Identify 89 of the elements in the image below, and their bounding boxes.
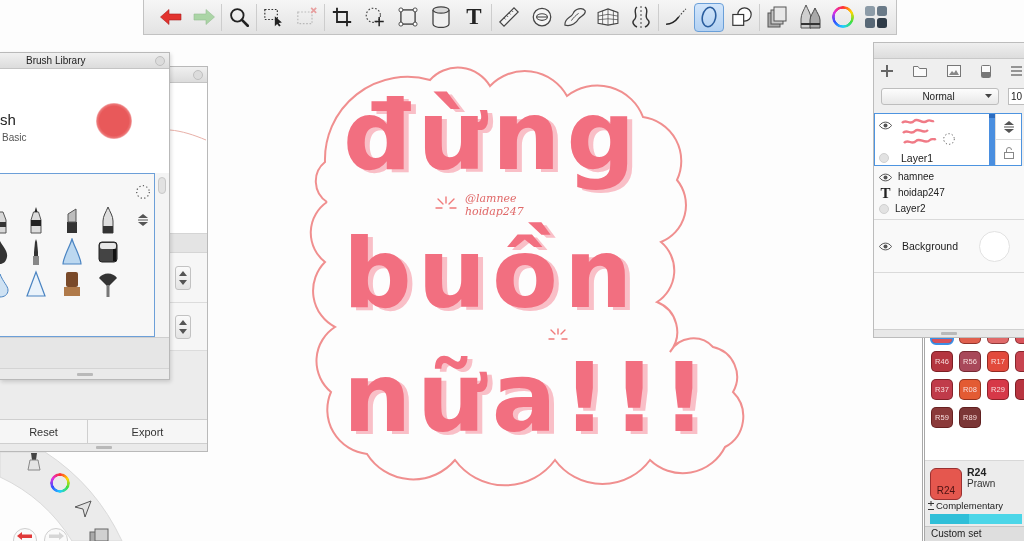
resize-handle[interactable]	[95, 446, 112, 449]
redo-icon	[193, 9, 215, 25]
text-layer-symbol: T	[879, 185, 892, 201]
deselect-icon	[297, 7, 317, 27]
fan-brush-icon[interactable]	[98, 271, 118, 297]
undo-icon[interactable]	[13, 527, 37, 541]
opacity-field[interactable]: 10	[1008, 87, 1024, 105]
brush-tips-icon	[799, 5, 821, 29]
selection-bar	[989, 114, 995, 165]
stepper-button[interactable]	[175, 314, 191, 339]
layer-name: hamnee	[898, 171, 935, 183]
layers-icon	[767, 6, 787, 28]
lettering-text: đừng	[343, 82, 642, 190]
image-icon[interactable]	[947, 65, 961, 77]
color-wheel-icon	[832, 6, 854, 28]
brush-name: sh	[0, 111, 17, 129]
up-down-arrows-icon	[179, 319, 187, 334]
brush-stroke-preview	[170, 129, 206, 141]
layer-thumbnail	[901, 117, 937, 147]
ellipse-tool-button[interactable]	[694, 2, 724, 32]
stepper-button[interactable]	[175, 265, 191, 290]
ruler-icon	[499, 7, 519, 27]
french-curve-icon	[564, 7, 586, 27]
color-swatch[interactable]	[931, 338, 953, 344]
paintbrush-icon[interactable]	[26, 453, 42, 471]
layer-name: Layer1	[901, 151, 935, 165]
up-down-arrows-icon	[179, 270, 187, 285]
color-set-selector[interactable]: Custom set	[925, 526, 1024, 541]
plus-icon[interactable]	[881, 65, 893, 77]
scrollbar-thumb[interactable]	[158, 177, 166, 194]
reset-button[interactable]: Reset	[0, 420, 88, 443]
signature-text: @lamnee	[465, 192, 518, 205]
eye-icon[interactable]	[879, 121, 892, 130]
layers-icon[interactable]	[89, 528, 109, 541]
background-layer-row[interactable]: Background	[874, 220, 1024, 273]
plus-minus-icon[interactable]	[928, 501, 934, 510]
complementary-label[interactable]: Complementary	[936, 500, 1004, 511]
resize-handle[interactable]	[76, 372, 93, 376]
perspective-grid-icon	[597, 8, 619, 26]
symmetry-icon	[631, 6, 651, 28]
export-button[interactable]: Export	[88, 420, 207, 443]
lock-icon[interactable]	[1003, 146, 1014, 159]
layer-name: Background	[902, 239, 959, 253]
folder-icon[interactable]	[913, 65, 927, 77]
background-color-swatch[interactable]	[979, 230, 1010, 262]
color-swatch[interactable]	[1015, 379, 1024, 400]
distort-icon	[398, 7, 418, 27]
resize-handle[interactable]	[941, 332, 957, 335]
up-down-arrows-icon[interactable]	[1003, 120, 1014, 133]
layer-name: hoidap247	[898, 187, 945, 199]
lettering-text: buồn	[343, 220, 639, 328]
up-down-arrows-icon[interactable]	[138, 214, 148, 226]
undo-icon	[160, 9, 182, 25]
eye-icon[interactable]	[879, 172, 892, 182]
panel-title: Brush Library	[26, 54, 86, 67]
layer-row[interactable]: Layer1	[874, 113, 1022, 166]
search-icon	[229, 7, 249, 27]
signature-text: hoidap247	[465, 205, 524, 218]
menu-icon[interactable]	[1011, 66, 1022, 76]
dashed-circle-icon[interactable]	[136, 185, 150, 199]
arrow-cursor-icon[interactable]	[74, 500, 92, 518]
lettering-text: nữa!!!	[343, 344, 712, 452]
color-name: Prawn	[967, 478, 996, 490]
transform-icon	[365, 7, 385, 27]
triangle-brush-icon[interactable]	[26, 270, 46, 298]
layer-icon[interactable]	[981, 64, 991, 78]
ellipse-guide-icon	[532, 7, 552, 27]
ellipse-icon	[701, 6, 717, 28]
layer-group[interactable]: hamnee T hoidap247 Layer2	[874, 166, 1024, 220]
text-tool-button[interactable]: T	[459, 2, 489, 32]
blend-mode-dropdown[interactable]: Normal	[881, 87, 999, 105]
eraser-block-icon[interactable]	[98, 241, 118, 263]
color-swatch[interactable]	[1015, 351, 1024, 372]
current-color-swatch[interactable]: R24	[930, 468, 962, 500]
brush-dot-icon	[96, 103, 132, 139]
eye-icon[interactable]	[879, 241, 892, 251]
curve-stroke-icon	[665, 8, 687, 26]
rectangle-select-icon	[264, 7, 284, 27]
shapes-icon	[732, 7, 752, 27]
caret-icon	[985, 94, 992, 98]
crop-icon	[332, 7, 352, 27]
color-code: R24	[967, 466, 988, 478]
dot-icon[interactable]	[879, 153, 889, 163]
layer-name: Layer2	[895, 203, 926, 215]
paint-bucket-icon	[432, 6, 450, 28]
brush-set-name: Basic	[1, 132, 27, 144]
stamp-brush-icon[interactable]	[62, 271, 82, 297]
swatch-grid-icon	[865, 6, 887, 28]
dot-icon[interactable]	[879, 204, 889, 214]
